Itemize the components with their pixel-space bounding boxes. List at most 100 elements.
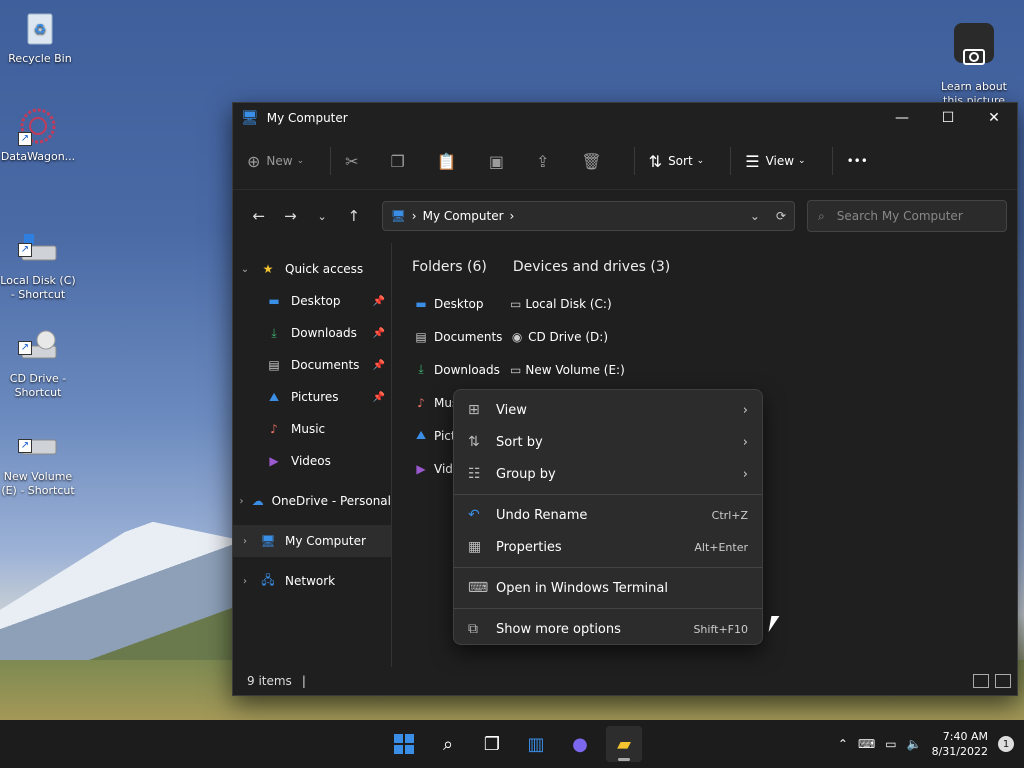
menu-item-open-terminal[interactable]: ⌨ Open in Windows Terminal xyxy=(454,572,762,604)
address-dropdown-icon[interactable]: ⌄ xyxy=(750,209,760,223)
nav-onedrive[interactable]: › ☁ OneDrive - Personal xyxy=(233,485,392,517)
menu-item-sort-by[interactable]: ⇅ Sort by › xyxy=(454,426,762,458)
address-row: ← → ⌄ ↑ 🖥 › My Computer › ⌄ ⟳ ⌕ Search M… xyxy=(233,190,1017,242)
recent-chevron-icon[interactable]: ⌄ xyxy=(306,210,338,223)
drive-local-disk-c[interactable]: ▭ Local Disk (C:) xyxy=(510,287,612,320)
folder-documents[interactable]: ▤ Documents xyxy=(412,320,510,353)
menu-item-view[interactable]: ⊞ View › xyxy=(454,394,762,426)
nav-item-videos[interactable]: ▶ Videos xyxy=(233,445,391,477)
chevron-right-icon: › xyxy=(509,209,515,223)
svg-text:♻: ♻ xyxy=(34,22,47,38)
rename-button[interactable]: ▣ xyxy=(489,152,510,171)
share-button[interactable]: ⇪ xyxy=(536,152,555,171)
new-button[interactable]: ⊕ New ⌄ xyxy=(247,152,304,171)
sort-button[interactable]: ⇅ Sort ⌄ xyxy=(649,152,705,171)
menu-item-properties[interactable]: ▦ Properties Alt+Enter xyxy=(454,531,762,563)
nav-quick-access[interactable]: ⌄ ★ Quick access xyxy=(233,253,391,285)
nav-item-downloads[interactable]: ⤓ Downloads 📌 xyxy=(233,317,391,349)
group-header-devices[interactable]: Devices and drives (3) xyxy=(513,259,670,275)
picture-icon: ⛰ xyxy=(268,389,280,404)
more-options-button[interactable]: ••• xyxy=(847,154,868,168)
menu-label: Sort by xyxy=(496,434,543,450)
desktop-icon-local-disk-shortcut[interactable]: ↗ Local Disk (C) - Shortcut xyxy=(0,204,76,315)
details-view-icon[interactable] xyxy=(973,674,989,688)
volume-icon[interactable]: 🔈 xyxy=(907,737,922,751)
start-button[interactable] xyxy=(386,726,422,762)
chevron-down-icon: ⌄ xyxy=(240,263,250,275)
desktop-folder-icon: ▬ xyxy=(268,294,280,308)
file-label: Local Disk (C:) xyxy=(525,296,612,311)
keyboard-icon[interactable]: ⌨ xyxy=(858,737,875,751)
menu-shortcut: Alt+Enter xyxy=(694,540,748,554)
desktop-icon-recycle-bin[interactable]: ♻ Recycle Bin xyxy=(2,8,78,66)
notification-badge[interactable]: 1 xyxy=(998,736,1014,752)
chat-button[interactable]: ● xyxy=(562,726,598,762)
search-placeholder: Search My Computer xyxy=(836,209,963,223)
back-arrow-icon[interactable]: ← xyxy=(243,207,275,225)
nav-label: Pictures xyxy=(291,390,339,404)
task-view-icon: ❐ xyxy=(483,733,501,755)
nav-item-pictures[interactable]: ⛰ Pictures 📌 xyxy=(233,381,391,413)
menu-separator xyxy=(454,494,762,495)
drive-cd-d[interactable]: ◉ CD Drive (D:) xyxy=(510,320,608,353)
minimize-button[interactable]: — xyxy=(879,103,925,133)
large-icons-view-icon[interactable] xyxy=(995,674,1011,688)
navigation-pane: ⌄ ★ Quick access ▬ Desktop 📌 ⤓ Downloads… xyxy=(233,243,392,667)
menu-item-group-by[interactable]: ☷ Group by › xyxy=(454,458,762,490)
view-button[interactable]: ☰ View ⌄ xyxy=(745,152,805,171)
document-icon: ▤ xyxy=(415,329,427,344)
search-taskbar-button[interactable]: ⌕ xyxy=(430,726,466,762)
desktop-icon-datawagon[interactable]: ↗ DataWagon... xyxy=(0,106,76,164)
desktop-icon-new-volume-shortcut[interactable]: ↗ New Volume (E) - Shortcut xyxy=(0,400,76,511)
title-bar[interactable]: 🖥 My Computer — ☐ ✕ xyxy=(233,103,1017,133)
file-explorer-taskbar-button[interactable]: ▰ xyxy=(606,726,642,762)
folder-downloads[interactable]: ⤓ Downloads xyxy=(412,353,510,386)
task-view-button[interactable]: ❐ xyxy=(474,726,510,762)
cd-drive-icon: ↗ xyxy=(18,315,58,359)
menu-label: Show more options xyxy=(496,621,621,637)
desktop-icon-cd-drive-shortcut[interactable]: ↗ CD Drive - Shortcut xyxy=(0,302,76,413)
breadcrumb-my-computer[interactable]: My Computer xyxy=(423,209,504,223)
up-arrow-icon[interactable]: ↑ xyxy=(338,207,370,225)
group-header-folders[interactable]: Folders (6) xyxy=(412,259,487,275)
pin-icon: 📌 xyxy=(372,327,385,339)
pin-icon: 📌 xyxy=(372,359,385,371)
nav-network[interactable]: › 🖧 Network xyxy=(233,565,391,597)
cut-button[interactable]: ✂ xyxy=(345,152,364,171)
widgets-button[interactable]: ▥ xyxy=(518,726,554,762)
drive-new-volume-e[interactable]: ▭ New Volume (E:) xyxy=(510,353,625,386)
menu-shortcut: Shift+F10 xyxy=(693,622,748,636)
group-icon: ☷ xyxy=(468,466,481,482)
hard-drive-icon: ▭ xyxy=(510,362,522,377)
network-icon: 🖧 xyxy=(261,572,275,587)
close-button[interactable]: ✕ xyxy=(971,103,1017,133)
clock-time: 7:40 AM xyxy=(942,730,988,743)
search-icon: ⌕ xyxy=(818,208,825,223)
delete-button[interactable]: 🗑 xyxy=(581,152,607,171)
nav-item-desktop[interactable]: ▬ Desktop 📌 xyxy=(233,285,391,317)
search-box[interactable]: ⌕ Search My Computer xyxy=(807,200,1008,232)
desktop-icon-label: New Volume (E) - Shortcut xyxy=(1,470,75,497)
chevron-up-icon[interactable]: ⌃ xyxy=(838,737,848,751)
maximize-button[interactable]: ☐ xyxy=(925,103,971,133)
hard-drive-icon: ↗ xyxy=(18,217,58,261)
file-label: CD Drive (D:) xyxy=(528,329,608,344)
nav-item-documents[interactable]: ▤ Documents 📌 xyxy=(233,349,391,381)
forward-arrow-icon[interactable]: → xyxy=(275,207,307,225)
copy-icon: ❐ xyxy=(390,151,405,171)
copy-button[interactable]: ❐ xyxy=(391,152,411,171)
separator xyxy=(330,147,332,175)
folder-desktop[interactable]: ▬ Desktop xyxy=(412,287,510,320)
clipboard-icon: 📋 xyxy=(436,151,457,171)
address-bar[interactable]: 🖥 › My Computer › ⌄ ⟳ xyxy=(381,201,796,231)
video-icon: ▶ xyxy=(416,461,426,476)
nav-item-music[interactable]: ♪ Music xyxy=(233,413,391,445)
menu-item-show-more-options[interactable]: ⧉ Show more options Shift+F10 xyxy=(454,613,762,645)
nav-my-computer[interactable]: › 🖥 My Computer xyxy=(233,525,391,557)
computer-icon: 🖥 xyxy=(241,110,259,126)
refresh-icon[interactable]: ⟳ xyxy=(776,209,786,223)
clock[interactable]: 7:40 AM 8/31/2022 xyxy=(932,729,988,759)
paste-button[interactable]: 📋 xyxy=(437,152,463,171)
network-icon[interactable]: ▭ xyxy=(885,737,896,751)
menu-item-undo-rename[interactable]: ↶ Undo Rename Ctrl+Z xyxy=(454,499,762,531)
